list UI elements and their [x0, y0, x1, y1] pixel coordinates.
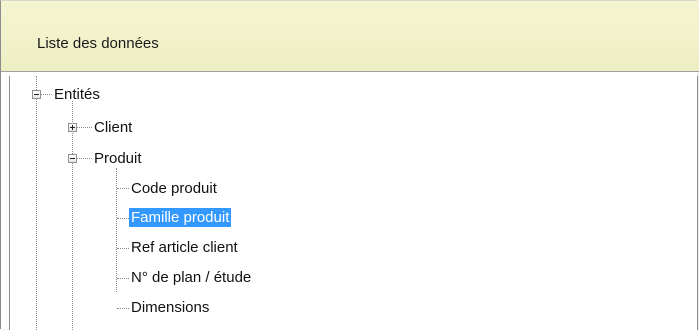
data-tree[interactable]: Entités Client Produit Code produit Fami… — [9, 76, 698, 330]
tree-node-client[interactable]: Client — [92, 118, 134, 137]
collapse-icon[interactable] — [68, 154, 77, 163]
data-list-panel: Liste des données Entités Client Produit — [0, 0, 699, 330]
panel-title: Liste des données — [37, 35, 159, 52]
panel-header: Liste des données — [1, 1, 699, 72]
tree-node-plan-etude[interactable]: N° de plan / étude — [129, 268, 253, 287]
tree-node-produit[interactable]: Produit — [92, 149, 144, 168]
tree-connector — [117, 308, 129, 309]
tree-connector — [117, 218, 129, 219]
tree-connector — [117, 278, 129, 279]
tree-guide-line — [36, 101, 37, 330]
tree-guide-line — [72, 101, 73, 330]
tree-guide-line — [116, 168, 117, 292]
tree-node-dimensions[interactable]: Dimensions — [129, 298, 211, 317]
tree-connector — [117, 248, 129, 249]
tree-node-entites[interactable]: Entités — [52, 85, 102, 104]
tree-node-ref-article-client[interactable]: Ref article client — [129, 238, 240, 257]
collapse-icon[interactable] — [32, 90, 41, 99]
tree-node-code-produit[interactable]: Code produit — [129, 179, 219, 198]
tree-connector — [117, 188, 129, 189]
expand-icon[interactable] — [68, 123, 77, 132]
tree-node-famille-produit[interactable]: Famille produit — [129, 208, 232, 227]
